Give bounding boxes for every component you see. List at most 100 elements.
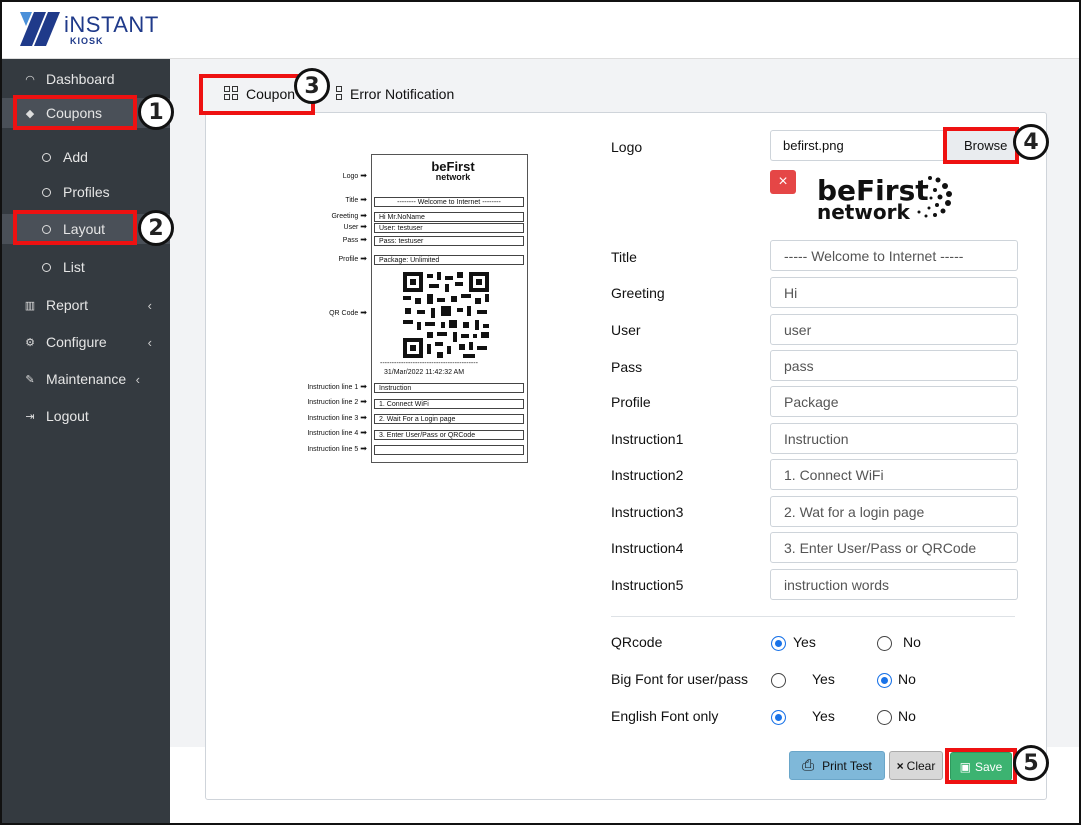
dashboard-icon: ◠ bbox=[25, 73, 35, 86]
instruction5-input[interactable]: instruction words bbox=[770, 569, 1018, 600]
form-divider bbox=[611, 616, 1015, 617]
qrcode-yes-label: Yes bbox=[793, 634, 816, 650]
clear-button[interactable]: × Clear bbox=[889, 751, 943, 780]
instruction3-label: Instruction3 bbox=[611, 504, 684, 520]
preview-logo-sub: network bbox=[435, 172, 471, 182]
printer-icon: ⎙ bbox=[802, 757, 815, 774]
preview-instruction-3: 2. Wait For a Login page bbox=[374, 414, 524, 424]
preview-instruction-2: 1. Connect WiFi bbox=[374, 399, 524, 409]
close-icon: × bbox=[896, 758, 904, 773]
instruction2-input[interactable]: 1. Connect WiFi bbox=[770, 459, 1018, 490]
callout-2: 2 bbox=[138, 210, 174, 246]
english-font-label: English Font only bbox=[611, 708, 719, 724]
bigfont-yes-label: Yes bbox=[812, 671, 835, 687]
preview-label-instruction-3: Instruction line 3 ➡ bbox=[307, 413, 367, 422]
instruction5-label: Instruction5 bbox=[611, 577, 684, 593]
app-window: iNSTANT KIOSK ◠ Dashboard ◆ Coupons Add … bbox=[0, 0, 1081, 825]
preview-label-user: User ➡ bbox=[343, 222, 367, 231]
preview-label-instruction-1: Instruction line 1 ➡ bbox=[307, 382, 367, 391]
preview-label-logo: Logo ➡ bbox=[342, 171, 367, 180]
sidebar-item-profiles[interactable]: Profiles bbox=[2, 177, 170, 207]
qrcode-no-label: No bbox=[903, 634, 921, 650]
bigfont-label: Big Font for user/pass bbox=[611, 671, 748, 687]
qrcode-yes-radio[interactable] bbox=[771, 636, 786, 651]
user-input[interactable]: user bbox=[770, 314, 1018, 345]
top-bar: iNSTANT KIOSK bbox=[2, 2, 1079, 59]
sidebar-item-list[interactable]: List bbox=[2, 252, 170, 282]
instruction3-input[interactable]: 2. Wat for a login page bbox=[770, 496, 1018, 527]
brand-logo-icon bbox=[20, 12, 60, 46]
sidebar-item-dashboard[interactable]: ◠ Dashboard bbox=[2, 64, 170, 94]
preview-logo: beFirst network bbox=[413, 160, 493, 190]
sidebar-item-logout[interactable]: ⇥ Logout bbox=[2, 401, 170, 431]
preview-label-profile: Profile ➡ bbox=[338, 254, 367, 263]
grid-icon bbox=[334, 86, 344, 102]
greeting-label: Greeting bbox=[611, 285, 665, 301]
chevron-left-icon: ‹ bbox=[147, 297, 152, 313]
english-yes-radio[interactable] bbox=[771, 710, 786, 725]
bigfont-no-radio[interactable] bbox=[877, 673, 892, 688]
gear-icon: ⚙ bbox=[25, 336, 35, 349]
chevron-left-icon: ‹ bbox=[135, 371, 140, 387]
print-test-button[interactable]: ⎙ Print Test bbox=[789, 751, 885, 780]
profile-input[interactable]: Package bbox=[770, 386, 1018, 417]
clear-label: Clear bbox=[906, 758, 936, 773]
logout-icon: ⇥ bbox=[25, 410, 35, 423]
wrench-icon: ✎ bbox=[25, 373, 35, 386]
print-test-label: Print Test bbox=[822, 758, 872, 773]
preview-instruction-4: 3. Enter User/Pass or QRCode bbox=[374, 430, 524, 440]
logo-file-input[interactable]: befirst.png bbox=[770, 130, 946, 161]
sidebar-item-label: Profiles bbox=[63, 184, 110, 200]
tab-error-notification[interactable]: Error Notification bbox=[334, 77, 454, 111]
sidebar-item-report[interactable]: ▥ Report ‹ bbox=[2, 290, 170, 320]
logo-preview: beFirst network bbox=[817, 170, 957, 226]
sidebar-item-label: Report bbox=[46, 297, 89, 313]
preview-dashes: ----------------------------------------… bbox=[380, 360, 478, 367]
sidebar-item-configure[interactable]: ⚙ Configure ‹ bbox=[2, 327, 170, 357]
qrcode-label: QRcode bbox=[611, 634, 663, 650]
english-no-label: No bbox=[898, 708, 916, 724]
highlight-layout bbox=[13, 210, 137, 245]
pass-input[interactable]: pass bbox=[770, 350, 1018, 381]
preview-user: User: testuser bbox=[374, 223, 524, 233]
preview-label-greeting: Greeting ➡ bbox=[331, 211, 367, 220]
brand-name: iNSTANT bbox=[64, 12, 159, 37]
bigfont-no-label: No bbox=[898, 671, 916, 687]
preview-label-instruction-4: Instruction line 4 ➡ bbox=[307, 428, 367, 437]
bigfont-yes-radio[interactable] bbox=[771, 673, 786, 688]
sidebar-item-add[interactable]: Add bbox=[2, 142, 170, 172]
logo-preview-sub: network bbox=[817, 200, 910, 224]
english-no-radio[interactable] bbox=[877, 710, 892, 725]
qrcode-no-radio[interactable] bbox=[877, 636, 892, 651]
sidebar bbox=[2, 59, 170, 823]
delete-logo-button[interactable]: × bbox=[770, 170, 796, 194]
sidebar-item-label: Add bbox=[63, 149, 88, 165]
instruction1-label: Instruction1 bbox=[611, 431, 684, 447]
preview-label-pass: Pass ➡ bbox=[342, 235, 367, 244]
tab-label: Error Notification bbox=[350, 86, 455, 102]
preview-instruction-5 bbox=[374, 445, 524, 455]
sidebar-item-label: Logout bbox=[46, 408, 89, 424]
dots-pattern-icon bbox=[917, 176, 952, 218]
preview-label-instruction-2: Instruction line 2 ➡ bbox=[307, 397, 367, 406]
english-yes-label: Yes bbox=[812, 708, 835, 724]
sidebar-item-label: Configure bbox=[46, 334, 107, 350]
highlight-browse bbox=[943, 127, 1019, 164]
preview-label-qr: QR Code ➡ bbox=[329, 308, 367, 317]
title-input[interactable]: ----- Welcome to Internet ----- bbox=[770, 240, 1018, 271]
instruction1-input[interactable]: Instruction bbox=[770, 423, 1018, 454]
callout-4: 4 bbox=[1013, 124, 1049, 160]
greeting-input[interactable]: Hi bbox=[770, 277, 1018, 308]
highlight-save bbox=[945, 748, 1017, 784]
bar-chart-icon: ▥ bbox=[24, 299, 36, 312]
qr-code-icon bbox=[401, 270, 491, 360]
sidebar-item-label: Maintenance bbox=[46, 371, 127, 387]
pass-label: Pass bbox=[611, 359, 643, 375]
circle-icon bbox=[42, 262, 51, 272]
preview-pass: Pass: testuser bbox=[374, 236, 524, 246]
circle-icon bbox=[42, 187, 51, 197]
instruction4-input[interactable]: 3. Enter User/Pass or QRCode bbox=[770, 532, 1018, 563]
sidebar-item-maintenance[interactable]: ✎ Maintenance ‹ bbox=[2, 364, 170, 394]
preview-label-instruction-5: Instruction line 5 ➡ bbox=[307, 444, 367, 453]
instruction2-label: Instruction2 bbox=[611, 467, 684, 483]
